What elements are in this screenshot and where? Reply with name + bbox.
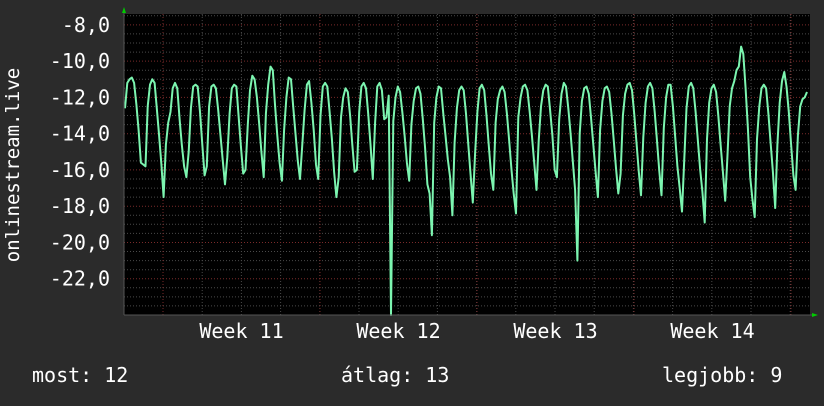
y-tick-label: -16,0 [50,158,110,182]
chart-svg: -8,0-10,0-12,0-14,0-16,0-18,0-20,0-22,0 … [2,7,818,387]
best-value: legjobb: 9 [662,363,782,387]
y-tick-label: -10,0 [50,49,110,73]
y-tick-label: -8,0 [62,13,110,37]
y-tick-label: -14,0 [50,122,110,146]
y-tick-label: -18,0 [50,194,110,218]
x-tick-label: Week 11 [199,319,283,343]
x-tick-labels: Week 11 Week 12 Week 13 Week 14 [199,319,754,343]
x-tick-label: Week 13 [513,319,597,343]
y-axis-arrow-icon [122,7,126,13]
y-axis-label: onlinestream.live [2,68,24,262]
current-value: most: 12 [32,363,128,387]
y-tick-label: -22,0 [50,267,110,291]
y-tick-label: -20,0 [50,231,110,255]
chart: -8,0 -10,0 -12,0 -14,0 -16,0 -18,0 -20,0 -22,0 … [0,0,824,402]
average-value: átlag: 13 [341,363,449,387]
x-axis-arrow-icon [812,313,818,317]
x-tick-label: Week 14 [670,319,754,343]
y-tick-labels: -8,0 -10,0 -12,0 -14,0 -16,0 -18,0 -20,0 -22,0 [50,13,110,291]
y-tick-label: -12,0 [50,85,110,109]
x-tick-label: Week 12 [356,319,440,343]
